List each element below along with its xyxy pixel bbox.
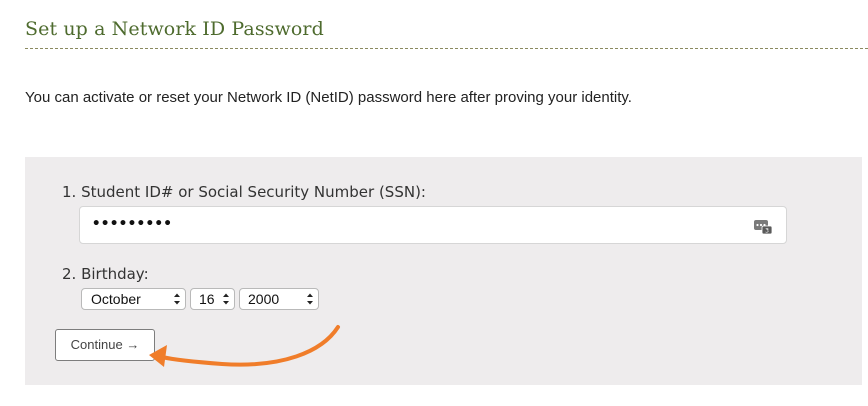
- ssn-label: 1. Student ID# or Social Security Number…: [62, 183, 426, 201]
- password-manager-key-icon[interactable]: 3: [754, 218, 772, 234]
- updown-chevron-icon: [307, 293, 313, 305]
- page: Set up a Network ID Password You can act…: [0, 0, 868, 406]
- birthday-year-value: 2000: [248, 291, 280, 307]
- title-divider: [25, 48, 868, 49]
- updown-chevron-icon: [174, 293, 180, 305]
- birthday-year-select[interactable]: 2000: [239, 288, 319, 310]
- birthday-day-select[interactable]: 16: [190, 288, 235, 310]
- birthday-month-value: October: [91, 291, 141, 307]
- ssn-input[interactable]: ••••••••• 3: [79, 206, 787, 244]
- intro-text: You can activate or reset your Network I…: [25, 89, 632, 106]
- birthday-month-select[interactable]: October: [81, 288, 186, 310]
- continue-button[interactable]: Continue →: [55, 329, 155, 361]
- ssn-masked-value: •••••••••: [92, 216, 173, 232]
- svg-text:3: 3: [765, 228, 769, 235]
- updown-chevron-icon: [223, 293, 229, 305]
- identity-form-panel: 1. Student ID# or Social Security Number…: [25, 157, 862, 385]
- birthday-day-value: 16: [199, 291, 215, 307]
- birthday-label: 2. Birthday:: [62, 265, 149, 283]
- page-title: Set up a Network ID Password: [25, 18, 324, 40]
